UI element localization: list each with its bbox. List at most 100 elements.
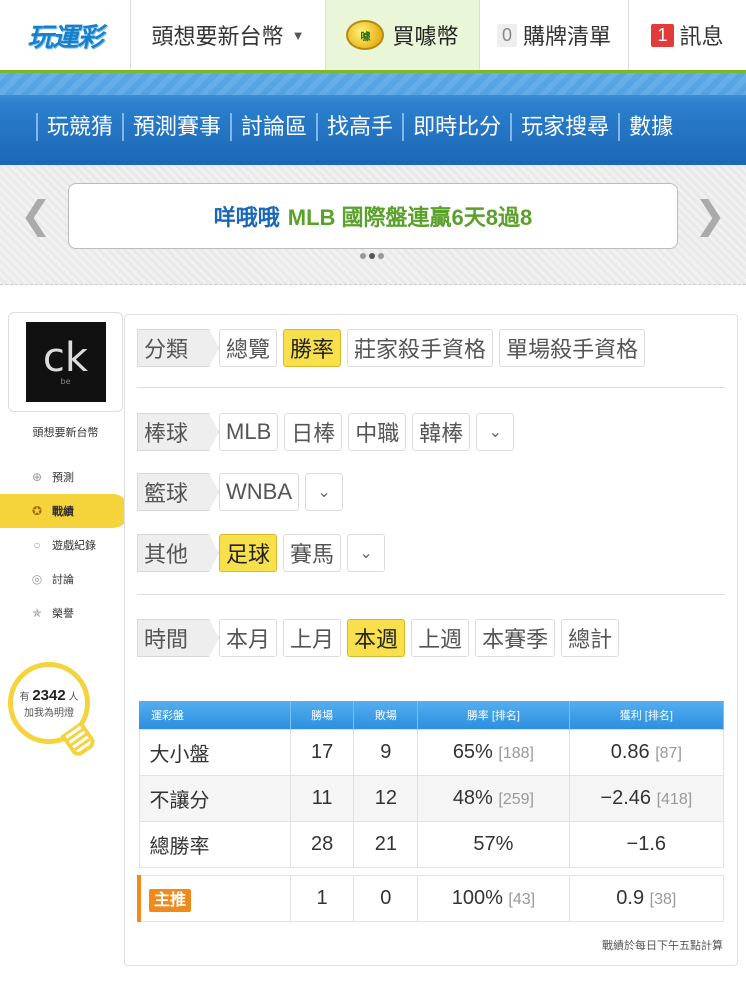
filter-this-week[interactable]: 本週 bbox=[347, 619, 406, 657]
sidebar-item-record[interactable]: ✪ 戰績 bbox=[0, 494, 129, 528]
carousel-dot[interactable] bbox=[360, 253, 366, 259]
top-bar: 玩運彩 頭想要新台幣 ▼ 噱 買噱幣 0 購牌清單 1 訊息 bbox=[0, 0, 746, 73]
medal-icon: ✯ bbox=[31, 606, 43, 620]
nav-item-guess[interactable]: 玩競猜 bbox=[36, 113, 122, 141]
filter-total[interactable]: 總計 bbox=[561, 619, 620, 657]
purchase-list-label: 購牌清單 bbox=[523, 24, 612, 49]
filter-wnba[interactable]: WNBA bbox=[219, 473, 300, 511]
filter-kbo[interactable]: 韓棒 bbox=[412, 413, 471, 451]
filter-last-month[interactable]: 上月 bbox=[283, 619, 342, 657]
avatar[interactable]: ck be bbox=[8, 312, 123, 412]
table-header-row: 運彩盤 勝場 敗場 勝率 [排名] 獲利 [排名] bbox=[139, 701, 725, 729]
time-label: 時間 bbox=[137, 619, 219, 657]
filter-this-month[interactable]: 本月 bbox=[219, 619, 278, 657]
coin-icon: 噱 bbox=[346, 20, 385, 50]
basketball-label: 籃球 bbox=[137, 473, 219, 511]
win-rate: 65% [188] bbox=[417, 728, 570, 776]
calculation-note: 戰績於每日下午五點計算 bbox=[602, 940, 723, 952]
buy-coins-label: 買噱幣 bbox=[392, 24, 459, 49]
circle-icon: ○ bbox=[33, 538, 41, 552]
promo-player: 咩哦哦 bbox=[213, 205, 280, 230]
table-row-total: 總勝率 28 21 57% −1.6 bbox=[138, 820, 725, 868]
lamp-count: 2342 bbox=[32, 687, 66, 704]
chevron-down-icon[interactable]: ⌄ bbox=[305, 473, 344, 511]
column-header: 勝率 [排名] bbox=[417, 701, 570, 729]
site-logo[interactable]: 玩運彩 bbox=[0, 0, 131, 70]
chevron-down-icon[interactable]: ⌄ bbox=[347, 534, 386, 572]
column-header: 勝場 bbox=[290, 701, 355, 729]
record-table: 運彩盤 勝場 敗場 勝率 [排名] 獲利 [排名] 大小盤 17 9 65% [… bbox=[136, 701, 725, 922]
divider bbox=[137, 387, 725, 388]
nav-item-forum[interactable]: 討論區 bbox=[230, 113, 316, 141]
wins: 17 bbox=[289, 728, 355, 776]
follow-lamp-button[interactable]: 有 2342 人 加我為明燈 bbox=[8, 662, 98, 762]
filter-win-rate[interactable]: 勝率 bbox=[283, 329, 342, 367]
messages-button[interactable]: 1 訊息 bbox=[629, 0, 746, 70]
sidebar-item-honor[interactable]: ✯ 榮譽 bbox=[8, 596, 123, 630]
lamp-label: 加我為明燈 bbox=[24, 708, 74, 719]
carousel-dots bbox=[360, 253, 384, 259]
filter-cpbl[interactable]: 中職 bbox=[348, 413, 407, 451]
nav-item-live-score[interactable]: 即時比分 bbox=[402, 113, 510, 141]
table-row: 不讓分 11 12 48% [259] −2.46 [418] bbox=[138, 774, 725, 822]
purchase-list-button[interactable]: 0 購牌清單 bbox=[480, 0, 629, 70]
filter-horse-racing[interactable]: 賽馬 bbox=[283, 534, 342, 572]
filter-last-week[interactable]: 上週 bbox=[411, 619, 470, 657]
filter-npb[interactable]: 日棒 bbox=[284, 413, 343, 451]
category-label: 分類 bbox=[137, 329, 219, 367]
bet-type: 不讓分 bbox=[138, 774, 291, 822]
filter-overview[interactable]: 總覽 bbox=[219, 329, 278, 367]
sidebar-item-predict[interactable]: ⊕ 預測 bbox=[8, 460, 123, 494]
column-header: 運彩盤 bbox=[139, 701, 291, 729]
buy-coins-button[interactable]: 噱 買噱幣 bbox=[326, 0, 480, 70]
carousel-dot-active[interactable] bbox=[369, 253, 375, 259]
table-spacer bbox=[139, 867, 724, 875]
main-nav: 玩競猜 預測賽事 討論區 找高手 即時比分 玩家搜尋 數據 bbox=[0, 73, 746, 165]
baseball-label: 棒球 bbox=[137, 413, 219, 451]
filter-soccer[interactable]: 足球 bbox=[219, 534, 278, 572]
promo-carousel: ❮ 咩哦哦 MLB 國際盤連贏6天8過8 ❯ bbox=[0, 165, 746, 285]
other-label: 其他 bbox=[137, 534, 219, 572]
nav-item-player-search[interactable]: 玩家搜尋 bbox=[510, 113, 618, 141]
filter-mlb[interactable]: MLB bbox=[219, 413, 279, 451]
user-menu-button[interactable]: 頭想要新台幣 ▼ bbox=[131, 0, 326, 70]
profile-sidebar: ck be 頭想要新台幣 ⊕ 預測 ✪ 戰績 ○ 遊戲紀錄 ◎ 討論 ✯ 榮譽 有 234… bbox=[0, 312, 129, 759]
time-filter: 時間 本月 上月 本週 上週 本賽季 總計 bbox=[137, 619, 620, 657]
filter-single-killer[interactable]: 單場殺手資格 bbox=[499, 329, 646, 367]
bet-type: 大小盤 bbox=[138, 728, 291, 776]
win-rate: 100% [43] bbox=[417, 874, 570, 922]
filter-this-season[interactable]: 本賽季 bbox=[475, 619, 556, 657]
sidebar-item-discuss[interactable]: ◎ 討論 bbox=[8, 562, 123, 596]
sidebar-item-game-log[interactable]: ○ 遊戲紀錄 bbox=[8, 528, 123, 562]
divider bbox=[137, 594, 725, 595]
chevron-down-icon[interactable]: ⌄ bbox=[476, 413, 515, 451]
profile-menu: ⊕ 預測 ✪ 戰績 ○ 遊戲紀錄 ◎ 討論 ✯ 榮譽 bbox=[0, 460, 129, 630]
profile-username: 頭想要新台幣 bbox=[32, 427, 99, 439]
chevron-left-icon[interactable]: ❮ bbox=[20, 193, 52, 238]
nav-item-experts[interactable]: 找高手 bbox=[316, 113, 402, 141]
promo-slide[interactable]: 咩哦哦 MLB 國際盤連贏6天8過8 bbox=[68, 183, 678, 249]
nav-pattern bbox=[0, 73, 746, 95]
promo-record: MLB 國際盤連贏6天8過8 bbox=[287, 205, 533, 230]
baseball-filter: 棒球 MLB 日棒 中職 韓棒 ⌄ bbox=[137, 413, 515, 451]
profit: 0.9 [38] bbox=[568, 874, 725, 922]
bet-type: 總勝率 bbox=[138, 820, 291, 868]
filter-banker-killer[interactable]: 莊家殺手資格 bbox=[347, 329, 494, 367]
carousel-dot[interactable] bbox=[378, 253, 384, 259]
losses: 12 bbox=[353, 774, 419, 822]
chevron-right-icon[interactable]: ❯ bbox=[694, 193, 726, 238]
win-rate: 57% bbox=[417, 820, 570, 868]
caret-down-icon: ▼ bbox=[291, 27, 305, 43]
wins: 28 bbox=[289, 820, 355, 868]
wins: 1 bbox=[289, 874, 355, 922]
column-header: 獲利 [排名] bbox=[569, 701, 725, 729]
record-panel: 分類 總覽 勝率 莊家殺手資格 單場殺手資格 棒球 MLB 日棒 中職 韓棒 ⌄… bbox=[124, 314, 738, 966]
nav-item-predict[interactable]: 預測賽事 bbox=[122, 113, 230, 141]
table-row: 大小盤 17 9 65% [188] 0.86 [87] bbox=[138, 728, 725, 776]
main-pick-cell: 主推 bbox=[136, 874, 291, 922]
nav-item-data[interactable]: 數據 bbox=[618, 113, 682, 141]
losses: 21 bbox=[353, 820, 419, 868]
category-filter: 分類 總覽 勝率 莊家殺手資格 單場殺手資格 bbox=[137, 329, 646, 367]
profit: −2.46 [418] bbox=[568, 774, 725, 822]
messages-label: 訊息 bbox=[679, 24, 724, 49]
